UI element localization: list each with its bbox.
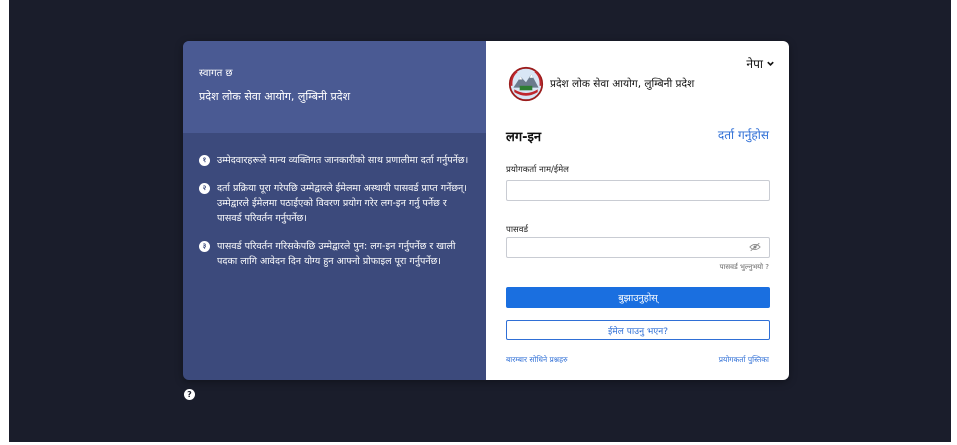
- brand-title: प्रदेश लोक सेवा आयोग, लुम्बिनी प्रदेश: [550, 78, 695, 90]
- info-panel: स्वागत छ प्रदेश लोक सेवा आयोग, लुम्बिनी …: [183, 41, 486, 380]
- welcome-text: स्वागत छ: [199, 68, 233, 79]
- chevron-down-icon: [767, 61, 774, 66]
- language-selector[interactable]: नेपा: [746, 55, 775, 72]
- org-name: प्रदेश लोक सेवा आयोग, लुम्बिनी प्रदेश: [199, 90, 351, 103]
- instruction-step: ३ पासवर्ड परिवर्तन गरिसकेपछि उम्मेद्वारल…: [199, 239, 470, 269]
- user-manual-link[interactable]: प्रयोगकर्ता पुस्तिका: [719, 355, 769, 365]
- submit-button[interactable]: बुझाउनुहोस्: [506, 287, 770, 308]
- info-panel-header: स्वागत छ प्रदेश लोक सेवा आयोग, लुम्बिनी …: [183, 41, 486, 133]
- brand: प्रदेश लोक सेवा आयोग, लुम्बिनी प्रदेश: [508, 66, 694, 102]
- faq-link[interactable]: बारम्बार सोधिने प्रश्नहरु: [506, 355, 568, 365]
- step-number-badge: ३: [199, 241, 210, 252]
- login-card: स्वागत छ प्रदेश लोक सेवा आयोग, लुम्बिनी …: [183, 41, 789, 380]
- register-link[interactable]: दर्ता गर्नुहोस: [718, 126, 769, 143]
- government-emblem-icon: [508, 66, 544, 102]
- instruction-step: २ दर्ता प्रक्रिया पूरा गरेपछि उम्मेद्वार…: [199, 181, 470, 226]
- password-label: पासवर्ड: [506, 225, 529, 235]
- forgot-password-link[interactable]: पासवर्ड भुल्नुभयो ?: [720, 263, 769, 272]
- frame-edge-left: [0, 0, 9, 445]
- instruction-steps: १ उम्मेदवारहरूले मान्य व्यक्तिगत जानकारी…: [183, 133, 486, 269]
- frame-edge-right: [951, 0, 957, 445]
- username-input[interactable]: [506, 180, 770, 201]
- step-number-badge: २: [199, 183, 210, 194]
- email-not-received-button[interactable]: ईमेल पाउनु भएन?: [506, 320, 770, 340]
- instruction-step: १ उम्मेदवारहरूले मान्य व्यक्तिगत जानकारी…: [199, 153, 470, 168]
- username-label: प्रयोगकर्ता नाम/ईमेल: [506, 165, 569, 175]
- help-icon[interactable]: ?: [184, 389, 195, 400]
- login-heading: लग-इन: [506, 130, 542, 145]
- step-text: उम्मेदवारहरूले मान्य व्यक्तिगत जानकारीको…: [217, 155, 469, 166]
- language-label: नेपा: [746, 57, 763, 71]
- step-text: दर्ता प्रक्रिया पूरा गरेपछि उम्मेद्वारले…: [217, 183, 467, 224]
- eye-slash-icon[interactable]: [749, 242, 761, 252]
- password-input[interactable]: [506, 237, 770, 258]
- login-panel: नेपा प्रदेश लोक सेवा आयोग, लुम्बिनी प्रद…: [486, 41, 789, 380]
- step-text: पासवर्ड परिवर्तन गरिसकेपछि उम्मेद्वारले …: [217, 241, 456, 267]
- step-number-badge: १: [199, 155, 210, 166]
